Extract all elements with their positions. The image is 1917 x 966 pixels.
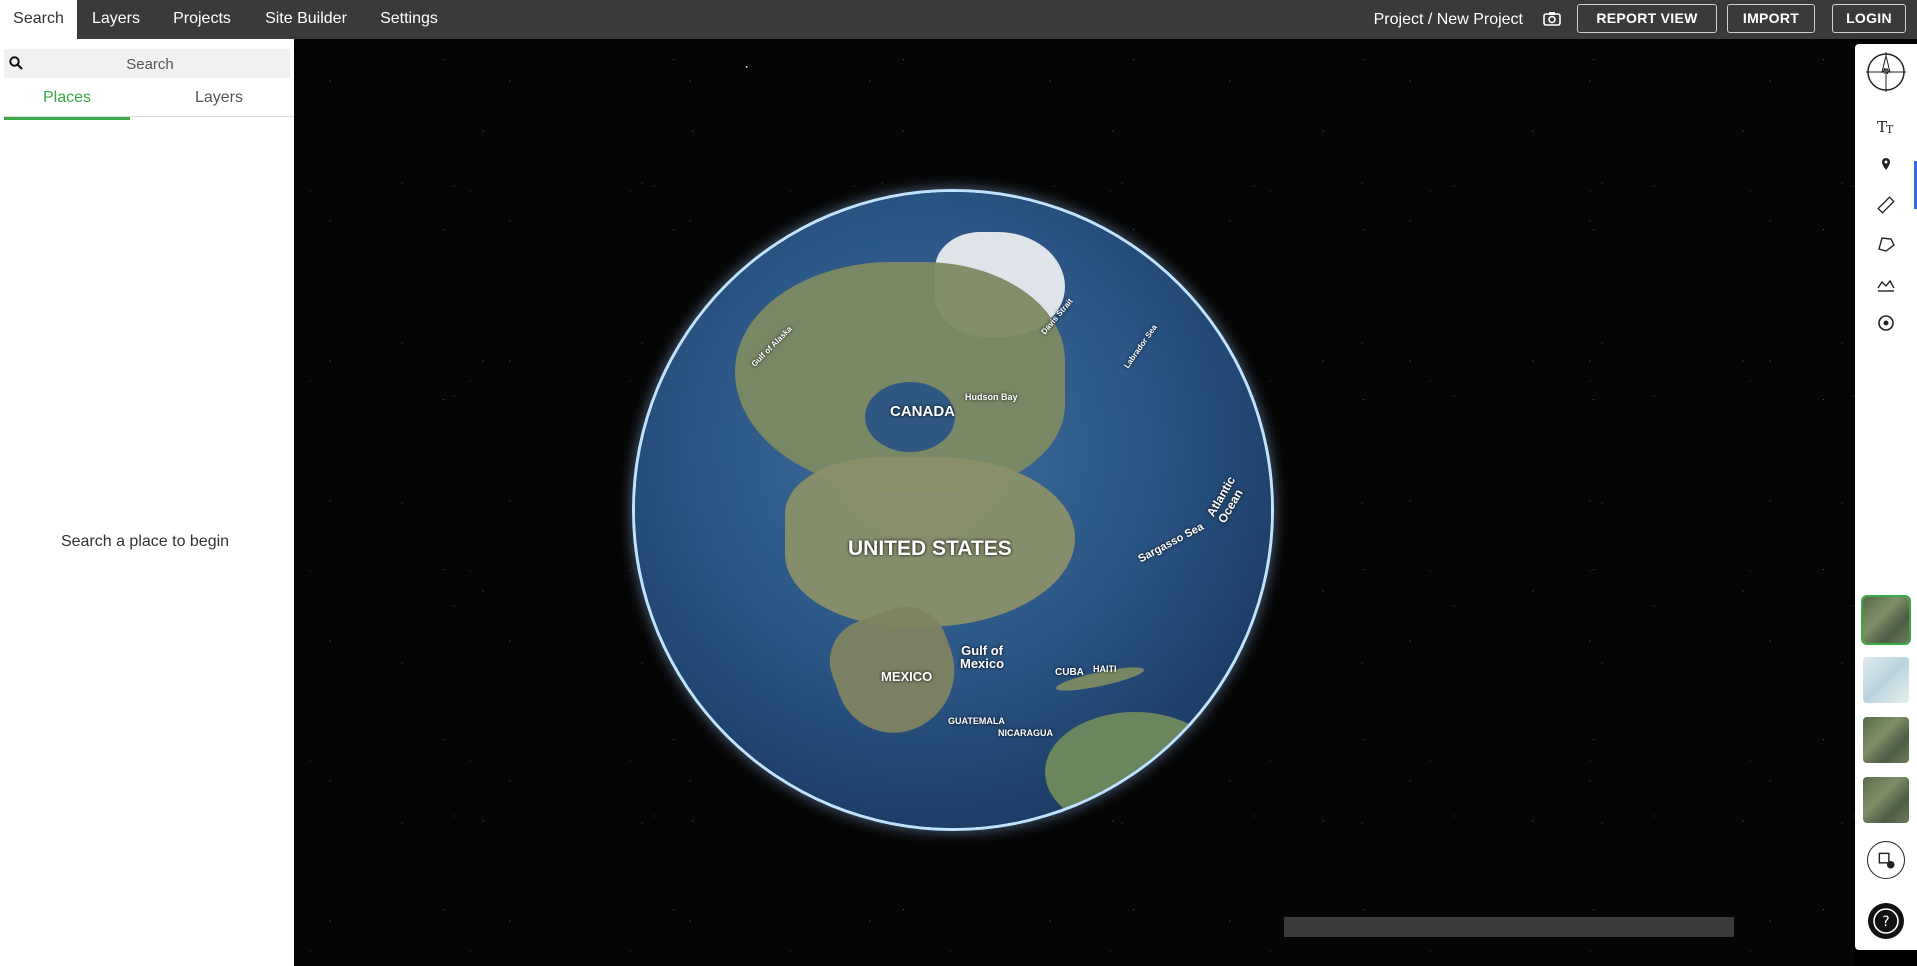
label-haiti: HAITI [1093,664,1117,674]
pin-icon[interactable] [1876,155,1896,175]
map-viewport[interactable]: CANADA UNITED STATES MEXICO Gulf of Mexi… [294,39,1855,966]
text-icon[interactable]: T T [1876,116,1896,136]
svg-text:T: T [1886,123,1894,136]
label-labrador-sea: Labrador Sea [1122,322,1159,371]
tab-search[interactable]: Search [0,0,77,39]
label-guatemala: GUATEMALA [948,716,1005,726]
label-cuba: CUBA [1055,667,1084,678]
label-canada: CANADA [890,403,955,420]
compass-icon[interactable]: N [1865,51,1907,93]
south-america-shape [1045,712,1225,828]
left-panel: Places Layers Search a place to begin [0,39,294,966]
scale-bar [1284,917,1734,937]
label-united-states: UNITED STATES [848,537,1012,560]
base-layer-satellite[interactable] [1863,597,1909,643]
label-hudson-bay: Hudson Bay [965,392,1018,402]
login-button[interactable]: LOGIN [1832,4,1906,33]
report-view-button[interactable]: REPORT VIEW [1577,4,1717,33]
help-icon[interactable]: ? [1867,902,1905,940]
label-gulf-of-mexico: Gulf of Mexico [960,643,1005,671]
ruler-icon[interactable] [1876,195,1896,215]
label-atlantic-ocean: Atlantic Ocean [1203,473,1246,526]
tab-layers[interactable]: Layers [77,0,155,39]
tab-site-builder[interactable]: Site Builder [258,0,354,39]
base-layer-satellite-labels[interactable] [1863,717,1909,763]
base-layer-hybrid[interactable] [1863,777,1909,823]
right-toolbar: N T T ? [1855,44,1917,950]
search-icon [9,56,23,70]
polygon-icon[interactable] [1876,234,1896,254]
import-button[interactable]: IMPORT [1727,4,1815,33]
globe[interactable]: CANADA UNITED STATES MEXICO Gulf of Mexi… [635,192,1271,828]
base-layer-streets[interactable] [1863,657,1909,703]
svg-text:?: ? [1882,914,1889,930]
search-box [4,49,290,80]
empty-state-hint: Search a place to begin [60,533,230,550]
label-mexico: MEXICO [881,669,933,684]
camera-icon[interactable] [1542,9,1562,29]
search-input[interactable] [28,49,272,80]
top-nav-bar: Search Layers Projects Site Builder Sett… [0,0,1917,39]
subtab-layers[interactable]: Layers [156,87,282,117]
label-sargasso-sea: Sargasso Sea [1136,520,1206,566]
project-breadcrumb[interactable]: Project / New Project [1374,0,1523,39]
compass-letter: N [1883,67,1889,76]
map-key-icon[interactable] [1867,841,1905,879]
tab-settings[interactable]: Settings [372,0,446,39]
elevation-icon[interactable] [1876,274,1896,294]
label-nicaragua: NICARAGUA [998,728,1053,738]
tab-projects[interactable]: Projects [161,0,243,39]
target-icon[interactable] [1876,313,1896,333]
subtabs-divider [4,116,294,117]
